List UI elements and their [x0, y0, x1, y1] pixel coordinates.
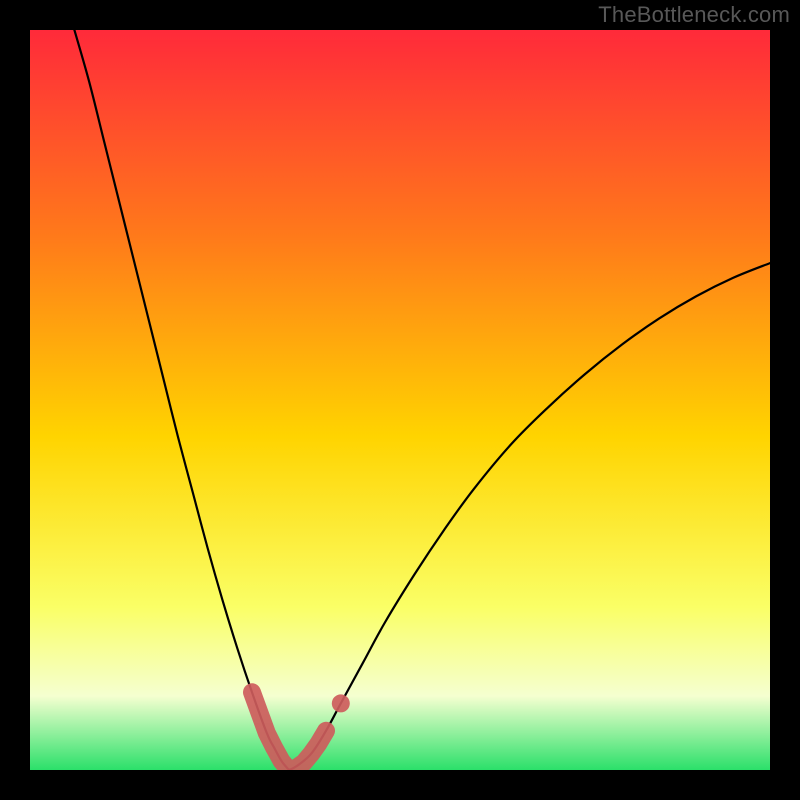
watermark-text: TheBottleneck.com [598, 2, 790, 28]
bottleneck-plot [30, 30, 770, 770]
highlight-point-marker [332, 694, 350, 712]
chart-frame: TheBottleneck.com [0, 0, 800, 800]
plot-background [30, 30, 770, 770]
